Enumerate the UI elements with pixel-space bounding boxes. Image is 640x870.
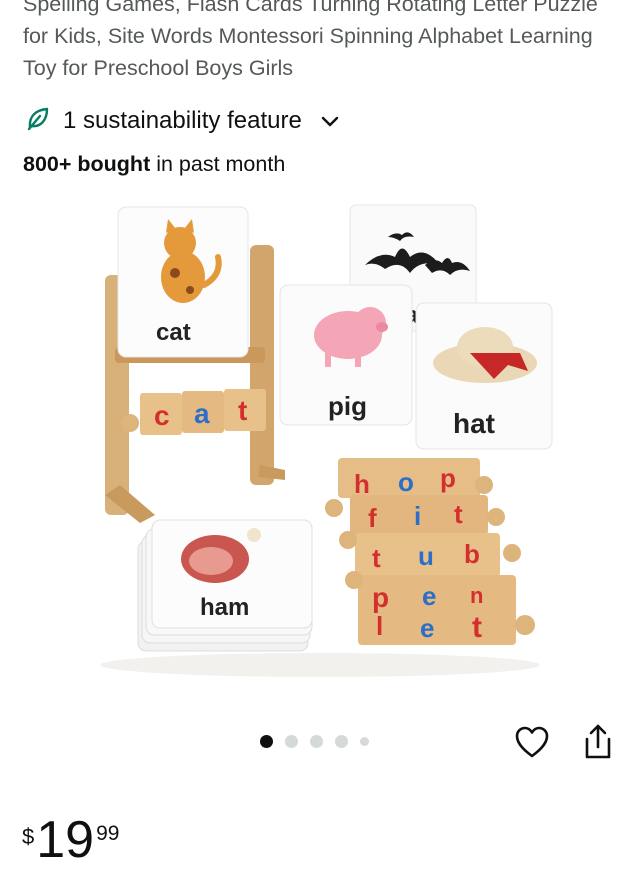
price-whole: 19 [36, 811, 95, 869]
flash-card-cat: cat [117, 206, 249, 358]
card-word-ham: ham [200, 594, 249, 621]
share-button[interactable] [580, 723, 616, 765]
wishlist-button[interactable] [512, 725, 552, 763]
price: $ 19 99 [22, 810, 119, 870]
price-currency: $ [22, 824, 35, 849]
spinner-letter: p [440, 463, 456, 493]
share-icon [583, 723, 613, 766]
spinner-letter: e [422, 581, 436, 611]
spinner-letter: h [354, 469, 370, 499]
bought-count: 800+ bought [23, 152, 151, 176]
image-carousel-dots [260, 735, 369, 748]
spinner-letter: o [398, 467, 414, 497]
spinner-letter: f [368, 503, 377, 533]
card-word-pig: pig [328, 391, 367, 421]
spinning-letter-blocks: h o p f i t t u b p e n l e t [325, 458, 535, 645]
spinner-letter: l [376, 611, 383, 641]
chevron-down-icon [320, 114, 340, 128]
flash-card-stack-ham: ham [137, 519, 313, 652]
spinner-letter: i [414, 501, 421, 531]
product-title: Spelling Games, Flash Cards Turning Rota… [23, 0, 598, 80]
block-letter: a [194, 398, 210, 429]
bought-suffix: in past month [150, 152, 286, 176]
heart-icon [514, 725, 550, 764]
spinner-letter: e [420, 613, 434, 643]
leaf-icon [25, 105, 51, 138]
spinner-letter: t [472, 611, 482, 644]
spinner-letter: n [470, 583, 483, 608]
carousel-dot[interactable] [335, 735, 348, 748]
block-letter: c [154, 400, 170, 431]
carousel-dot[interactable] [260, 735, 273, 748]
carousel-dot[interactable] [285, 735, 298, 748]
product-image[interactable]: a cat c a t [80, 195, 560, 685]
price-fraction: 99 [96, 822, 120, 845]
card-word-hat: hat [453, 408, 495, 439]
carousel-dot[interactable] [360, 737, 369, 746]
carousel-dot[interactable] [310, 735, 323, 748]
spinner-letter: u [418, 541, 434, 571]
spinner-letter: t [454, 499, 463, 529]
card-word-cat: cat [156, 319, 191, 346]
spinner-letter: b [464, 539, 480, 569]
block-letter: t [238, 395, 247, 426]
spinner-letter: p [372, 582, 389, 613]
easel-letter-blocks: c a t [121, 389, 266, 435]
sustainability-feature-toggle[interactable]: 1 sustainability feature [25, 104, 340, 138]
spinner-letter: t [372, 543, 381, 573]
flash-card-hat: hat [415, 302, 553, 450]
flash-card-pig: pig [279, 284, 413, 426]
bought-in-past-month: 800+ bought in past month [23, 152, 285, 177]
sustainability-label: 1 sustainability feature [63, 107, 302, 134]
